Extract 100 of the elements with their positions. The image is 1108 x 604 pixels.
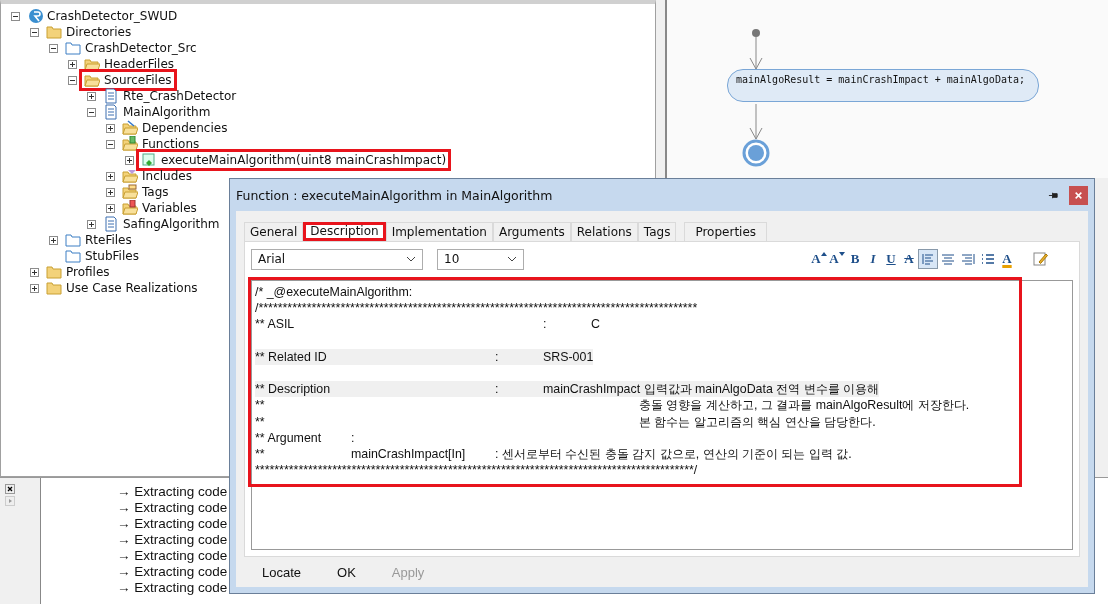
tree-item[interactable]: StubFiles xyxy=(63,248,141,264)
comment-line: ** Argument : xyxy=(255,429,355,446)
dialog-button[interactable]: OK xyxy=(319,560,374,584)
tree-item[interactable]: Variables xyxy=(120,200,199,216)
tab[interactable]: Properties xyxy=(684,222,768,241)
shrink-font-button[interactable]: A xyxy=(829,250,845,268)
open-folder-icon xyxy=(122,168,138,184)
log-line: → Extracting code xyxy=(117,500,228,516)
font-dropdown[interactable]: Arial xyxy=(251,248,423,270)
italic-button[interactable]: I xyxy=(865,250,881,268)
tree-item[interactable]: Tags xyxy=(120,184,171,200)
expander-button[interactable] xyxy=(87,219,96,229)
caret-icon xyxy=(507,256,517,262)
flow-arrow xyxy=(749,103,763,140)
folder-icon xyxy=(65,248,81,264)
expander-button[interactable] xyxy=(106,171,115,181)
tree-item[interactable]: SourceFiles xyxy=(82,72,174,88)
tree-item[interactable]: CrashDetector_Src xyxy=(63,40,199,56)
expander-button[interactable] xyxy=(30,283,39,293)
tab[interactable]: General xyxy=(244,222,304,241)
flow-arrow xyxy=(749,36,763,70)
tree-item[interactable]: Rte_CrashDetector xyxy=(101,88,239,104)
comment-line: ** 충돌 영향을 계산하고, 그 결과를 mainAlgoResult에 저장한다. xyxy=(255,397,970,414)
bold-button[interactable]: B xyxy=(847,250,863,268)
log-line: → Extracting code xyxy=(117,564,228,580)
comment-line: /* _@executeMainAlgorithm: xyxy=(255,284,413,301)
grow-font-button[interactable]: A xyxy=(811,250,827,268)
expander-button[interactable] xyxy=(11,11,20,21)
log-line: → Extracting code xyxy=(117,532,228,548)
open-folder-icon xyxy=(122,136,138,152)
tab[interactable]: Tags xyxy=(637,222,677,241)
tree-item[interactable]: Use Case Realizations xyxy=(44,280,200,296)
expander-button[interactable] xyxy=(87,107,96,117)
comment-line: /******************************************************************************************* xyxy=(255,300,698,317)
expander-button[interactable] xyxy=(87,91,96,101)
down-arrow-icon xyxy=(838,252,845,256)
expander-button[interactable] xyxy=(106,139,115,149)
folder-icon xyxy=(65,232,81,248)
initial-node xyxy=(752,29,760,37)
comment-line: ** ASIL : C xyxy=(255,316,600,333)
log-line: → Extracting code xyxy=(117,548,228,564)
tree-item[interactable]: Dependencies xyxy=(120,120,230,136)
folder-icon xyxy=(46,280,62,296)
function-icon xyxy=(141,152,157,168)
underline-button[interactable]: U xyxy=(883,250,899,268)
expander-button[interactable] xyxy=(30,27,39,37)
tab[interactable]: Relations xyxy=(570,222,638,241)
action-node: mainAlgoResult = mainCrashImpact + mainAlgoData; xyxy=(727,69,1039,102)
document-icon xyxy=(103,216,119,232)
tree-item[interactable]: MainAlgorithm xyxy=(101,104,213,120)
size-dropdown[interactable]: 10 xyxy=(437,248,524,270)
expander-button[interactable] xyxy=(68,75,77,85)
logo-icon xyxy=(27,8,43,24)
expander-button[interactable] xyxy=(49,235,58,245)
open-folder-icon xyxy=(84,56,100,72)
log-line: → Extracting code xyxy=(117,580,228,596)
tree-item[interactable]: Profiles xyxy=(44,264,112,280)
open-folder-icon xyxy=(122,184,138,200)
tree-item[interactable]: CrashDetector_SWUD xyxy=(25,8,180,24)
expander-button[interactable] xyxy=(125,155,134,165)
tree-item[interactable]: Includes xyxy=(120,168,194,184)
tree-item[interactable]: Functions xyxy=(120,136,202,152)
comment-line: ** 본 함수는 알고리즘의 핵심 연산을 담당한다. xyxy=(255,413,876,430)
font-color-button[interactable]: A xyxy=(999,250,1015,268)
caret-icon xyxy=(406,256,416,262)
tab[interactable]: Description xyxy=(303,222,386,241)
document-icon xyxy=(103,104,119,120)
comment-line: *******************************************************************************************/ xyxy=(255,462,698,479)
close-button[interactable] xyxy=(1069,185,1088,205)
tree-item[interactable]: Directories xyxy=(44,24,134,40)
final-node xyxy=(742,139,770,167)
dialog-button[interactable]: Locate xyxy=(244,560,320,584)
strikethrough-button[interactable]: A xyxy=(901,250,917,268)
expander-button[interactable] xyxy=(106,187,115,197)
comment-line: ** mainCrashImpact[In] : 센서로부터 수신된 충돌 감지 값으로, 연산의 기준이 되는 입력 값. xyxy=(255,445,852,463)
dialog-title: Function : executeMainAlgorithm in MainAlgorithm xyxy=(236,187,554,203)
edit-button[interactable] xyxy=(1031,250,1049,268)
up-arrow-icon xyxy=(820,252,827,256)
tree-item[interactable]: SafingAlgorithm xyxy=(101,216,222,232)
tree-item[interactable]: RteFiles xyxy=(63,232,134,248)
document-icon xyxy=(103,88,119,104)
log-line: → Extracting code xyxy=(117,484,228,500)
tree-item[interactable]: executeMainAlgorithm(uint8 mainCrashImpact) xyxy=(139,152,449,168)
folder-icon xyxy=(46,24,62,40)
expander-button[interactable] xyxy=(68,59,77,69)
open-folder-icon xyxy=(122,120,138,136)
open-folder-icon xyxy=(84,72,100,88)
tree-item[interactable]: HeaderFiles xyxy=(82,56,177,72)
expander-button[interactable] xyxy=(30,267,39,277)
close-icon[interactable] xyxy=(5,484,15,494)
log-line: → Extracting code xyxy=(117,516,228,532)
expander-button[interactable] xyxy=(106,123,115,133)
tab[interactable]: Arguments xyxy=(492,222,571,241)
folder-icon xyxy=(46,264,62,280)
tab[interactable]: Implementation xyxy=(385,222,493,241)
expander-button[interactable] xyxy=(106,203,115,213)
expander-button[interactable] xyxy=(49,43,58,53)
description-editor[interactable] xyxy=(251,280,1073,550)
open-folder-icon xyxy=(122,200,138,216)
folder-icon xyxy=(65,40,81,56)
